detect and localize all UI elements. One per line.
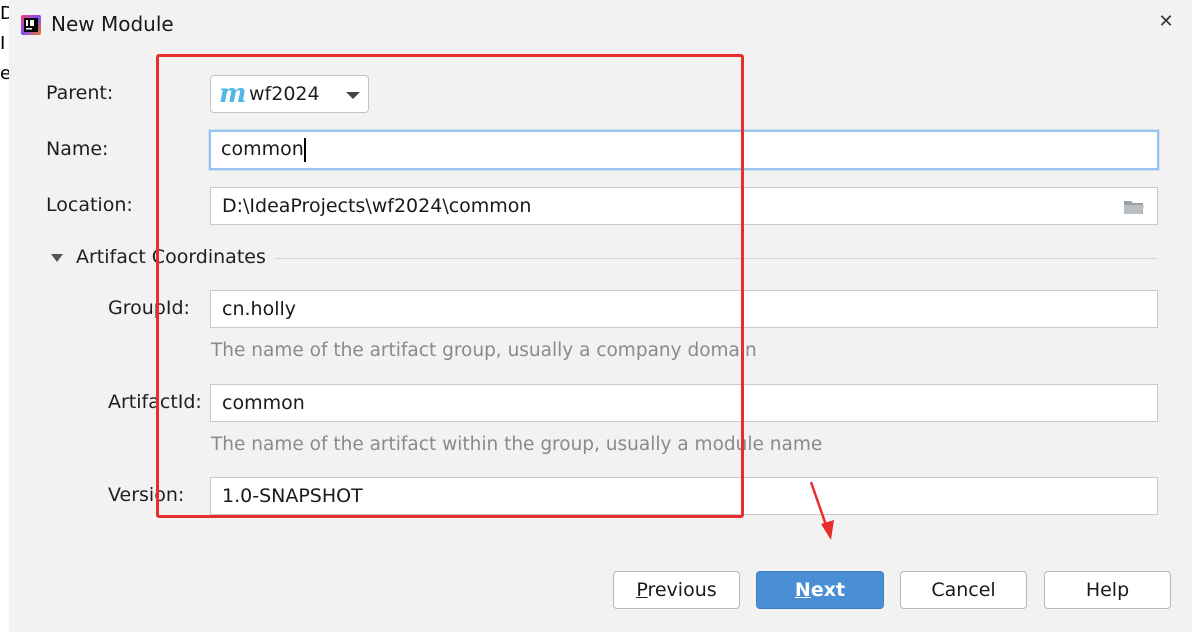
parent-label: Parent: xyxy=(46,82,114,104)
title-bar: New Module ✕ xyxy=(9,0,1192,50)
new-module-dialog: New Module ✕ Parent: m wf2024 Name: comm… xyxy=(9,0,1192,632)
dialog-title: New Module xyxy=(51,12,174,36)
folder-icon[interactable] xyxy=(1123,199,1145,215)
triangle-down-icon[interactable] xyxy=(51,254,63,262)
previous-mnemonic: P xyxy=(636,579,648,601)
name-label: Name: xyxy=(46,138,109,160)
next-label-rest: ext xyxy=(810,579,846,601)
help-button[interactable]: Help xyxy=(1044,571,1171,609)
intellij-idea-icon xyxy=(21,15,41,35)
previous-button[interactable]: Previous xyxy=(613,571,740,609)
next-mnemonic: N xyxy=(794,579,811,601)
annotation-highlight-box xyxy=(156,54,744,518)
location-label: Location: xyxy=(46,194,133,216)
close-icon[interactable]: ✕ xyxy=(1154,10,1178,34)
previous-label-rest: revious xyxy=(647,579,717,601)
next-button[interactable]: Next xyxy=(756,571,884,609)
cancel-button[interactable]: Cancel xyxy=(900,571,1027,609)
